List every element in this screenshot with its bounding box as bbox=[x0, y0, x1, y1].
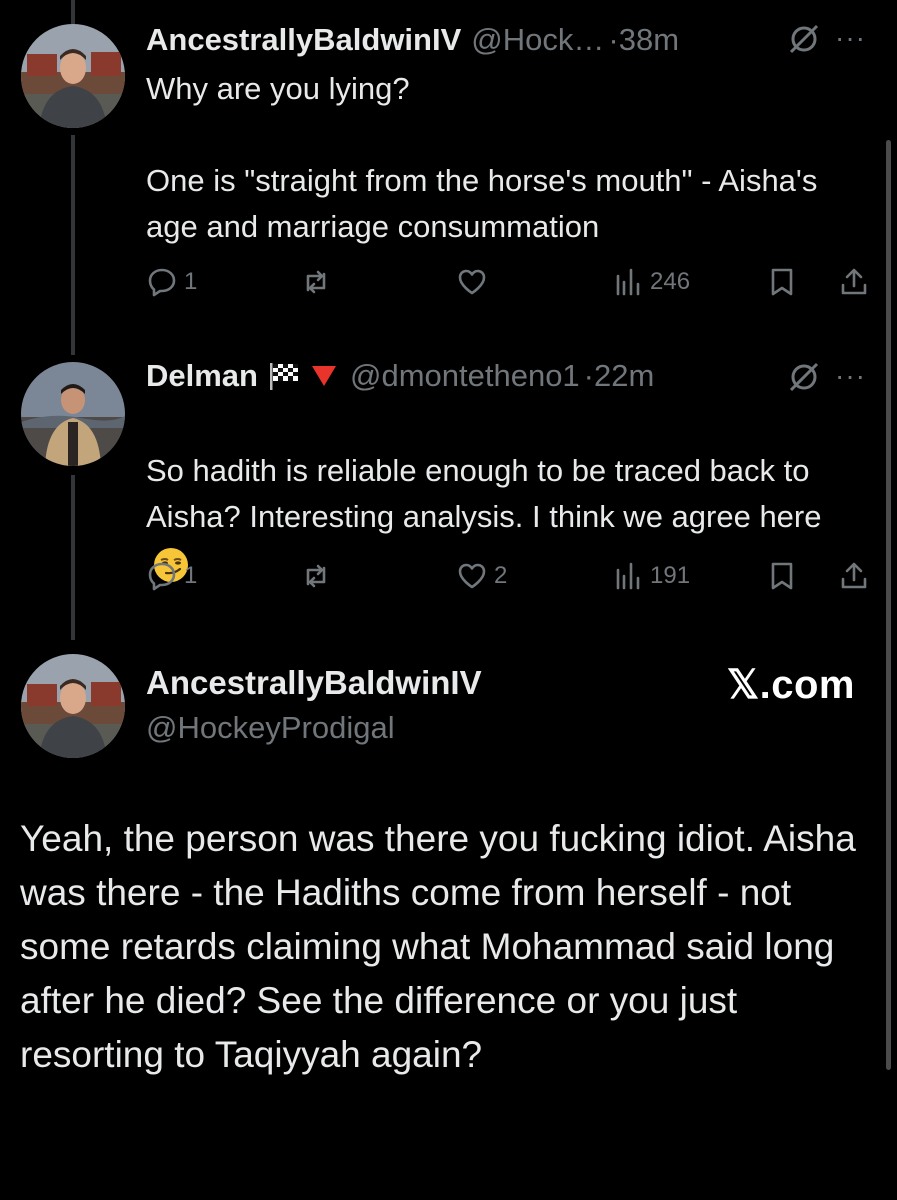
view-count: 191 bbox=[650, 562, 691, 589]
reply-header: Delman @dmontetheno1 ·22m bbox=[146, 358, 654, 394]
ellipsis-icon[interactable]: ··· bbox=[835, 362, 866, 390]
ellipsis-icon[interactable]: ··· bbox=[835, 24, 866, 52]
share-upload-icon bbox=[841, 268, 867, 295]
grok-slash-icon[interactable] bbox=[787, 22, 821, 56]
timestamp[interactable]: ·22m bbox=[584, 358, 655, 394]
x-logo-watermark: 𝕏.com bbox=[726, 663, 855, 707]
display-name[interactable]: AncestrallyBaldwinIV bbox=[146, 664, 482, 702]
share-button[interactable] bbox=[838, 266, 870, 298]
speech-bubble-icon bbox=[148, 268, 176, 297]
thread-line bbox=[71, 475, 75, 640]
grok-slash-icon[interactable] bbox=[787, 360, 821, 394]
reply-text: Why are you lying? One is "straight from… bbox=[146, 71, 818, 244]
share-upload-icon bbox=[841, 562, 867, 589]
handle[interactable]: @HockeyProdigal bbox=[146, 710, 395, 746]
timestamp[interactable]: ·38m bbox=[608, 22, 679, 58]
views-button[interactable]: 246 bbox=[612, 266, 690, 298]
share-button[interactable] bbox=[838, 560, 870, 592]
bookmark-button[interactable] bbox=[766, 266, 798, 298]
repost-button[interactable] bbox=[300, 266, 332, 298]
avatar[interactable] bbox=[21, 24, 125, 128]
handle[interactable]: @dmontetheno1 bbox=[350, 358, 580, 394]
views-button[interactable]: 191 bbox=[612, 560, 690, 592]
speech-bubble-icon bbox=[148, 562, 176, 591]
action-bar: 1 246 bbox=[146, 266, 876, 306]
bookmark-icon bbox=[771, 268, 793, 296]
reply-button[interactable]: 1 bbox=[146, 266, 197, 298]
action-bar: 1 2 191 bbox=[146, 560, 876, 600]
red-triangle-icon bbox=[311, 366, 336, 386]
repost-arrows-icon bbox=[306, 564, 326, 588]
bar-chart-icon bbox=[616, 562, 640, 590]
avatar-photo bbox=[21, 24, 125, 128]
avatar-photo bbox=[21, 654, 125, 758]
reply-text-content: So hadith is reliable enough to be trace… bbox=[146, 453, 822, 534]
heart-icon bbox=[458, 269, 486, 295]
like-count: 2 bbox=[494, 562, 508, 589]
scrollbar[interactable] bbox=[886, 140, 891, 1070]
like-button[interactable]: 2 bbox=[456, 560, 507, 592]
display-name[interactable]: AncestrallyBaldwinIV bbox=[146, 22, 461, 58]
avatar-photo bbox=[21, 362, 125, 466]
thread-line bbox=[71, 135, 75, 355]
reply-text: So hadith is reliable enough to be trace… bbox=[146, 402, 836, 586]
chequered-flag-icon bbox=[269, 363, 298, 390]
avatar[interactable] bbox=[21, 362, 125, 466]
repost-button[interactable] bbox=[300, 560, 332, 592]
bar-chart-icon bbox=[616, 268, 640, 296]
like-button[interactable] bbox=[456, 266, 488, 298]
heart-icon bbox=[458, 563, 486, 589]
post-text: Yeah, the person was there you fucking i… bbox=[20, 818, 856, 1075]
reply-header: AncestrallyBaldwinIV @Hock… ·38m bbox=[146, 22, 679, 58]
bookmark-icon bbox=[771, 562, 793, 590]
reply-button[interactable]: 1 bbox=[146, 560, 197, 592]
handle[interactable]: @Hock… bbox=[471, 22, 604, 58]
reply-count: 1 bbox=[184, 562, 198, 589]
view-count: 246 bbox=[650, 268, 691, 295]
reply-count: 1 bbox=[184, 268, 198, 295]
bookmark-button[interactable] bbox=[766, 560, 798, 592]
display-name[interactable]: Delman bbox=[146, 358, 258, 394]
repost-arrows-icon bbox=[306, 270, 326, 294]
avatar[interactable] bbox=[21, 654, 125, 758]
